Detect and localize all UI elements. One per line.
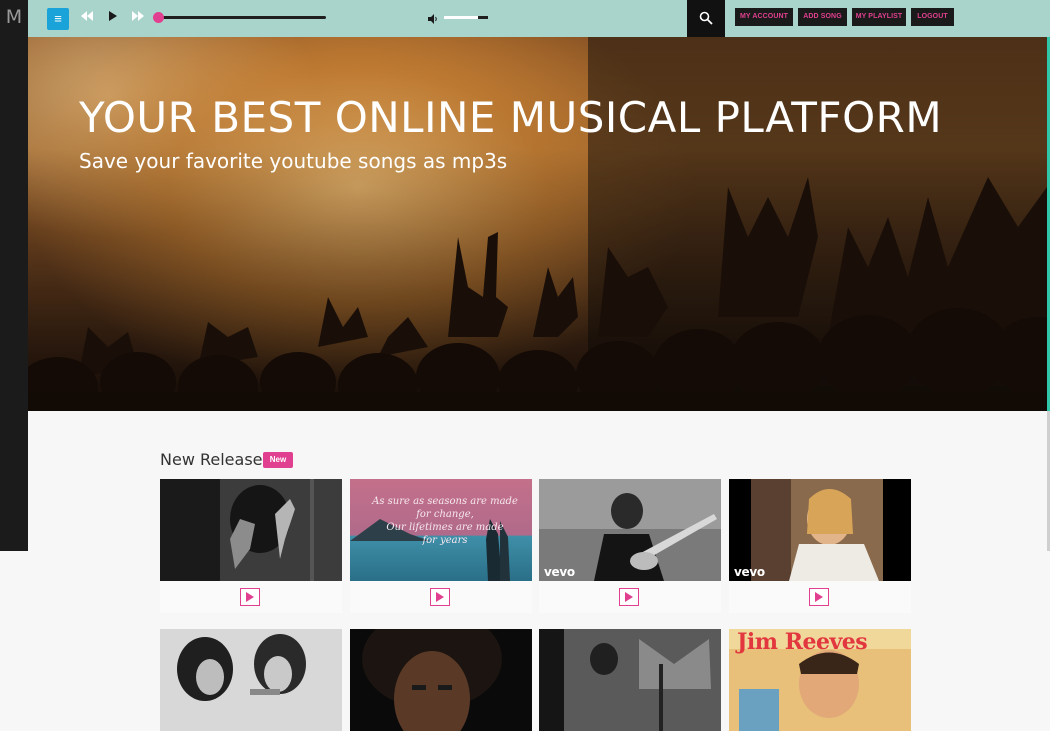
volume-icon[interactable] (427, 12, 439, 24)
logout-button[interactable]: LOGOUT (911, 8, 954, 26)
play-song-button[interactable] (809, 588, 829, 606)
hero-banner: YOUR BEST ONLINE MUSICAL PLATFORM Save y… (28, 37, 1047, 411)
add-song-button[interactable]: ADD SONG (798, 8, 847, 26)
song-thumbnail[interactable]: Jim Reeves (729, 629, 911, 731)
hero-title: YOUR BEST ONLINE MUSICAL PLATFORM (79, 93, 943, 142)
rewind-icon (81, 11, 93, 21)
play-icon (625, 592, 633, 602)
rewind-button[interactable] (80, 10, 98, 26)
play-song-button[interactable] (240, 588, 260, 606)
card-footer (539, 581, 721, 613)
song-thumbnail[interactable] (160, 629, 342, 731)
song-thumbnail[interactable] (160, 479, 342, 581)
album-cover-text: Jim Reeves (737, 629, 868, 655)
sidebar: M (0, 0, 28, 551)
lyric-overlay: As sure as seasons are made for change, … (372, 496, 518, 546)
vevo-watermark: vevo (544, 565, 575, 579)
play-icon (246, 592, 254, 602)
song-thumbnail[interactable]: vevo (539, 479, 721, 581)
play-icon (815, 592, 823, 602)
progress-handle[interactable] (153, 12, 164, 23)
volume-slider-remaining (478, 16, 488, 19)
play-button[interactable] (108, 10, 126, 26)
forward-icon (132, 11, 144, 21)
search-button[interactable] (687, 0, 725, 37)
forward-button[interactable] (131, 10, 149, 26)
song-thumbnail[interactable]: As sure as seasons are made for change, … (350, 479, 532, 581)
search-icon (699, 11, 713, 25)
song-thumbnail[interactable] (539, 629, 721, 731)
play-icon (109, 11, 117, 21)
menu-button[interactable]: ≡ (47, 8, 69, 30)
card-footer (350, 581, 532, 613)
hero-subtitle: Save your favorite youtube songs as mp3s (79, 149, 508, 173)
vevo-watermark: vevo (734, 565, 765, 579)
card-footer (160, 581, 342, 613)
song-thumbnail[interactable]: vevo (729, 479, 911, 581)
song-thumbnail[interactable] (350, 629, 532, 731)
play-song-button[interactable] (619, 588, 639, 606)
my-account-button[interactable]: MY ACCOUNT (735, 8, 793, 26)
app-logo[interactable]: M (0, 6, 28, 28)
section-title: New Releases (160, 450, 271, 469)
card-footer (729, 581, 911, 613)
progress-bar[interactable] (158, 16, 326, 19)
my-playlist-button[interactable]: MY PLAYLIST (852, 8, 906, 26)
new-badge: New (263, 452, 293, 468)
player-bar: ≡ MY ACCOUNT ADD SONG MY PLAYLIST LOGOUT (28, 0, 1050, 37)
play-icon (436, 592, 444, 602)
play-song-button[interactable] (430, 588, 450, 606)
hamburger-icon: ≡ (54, 11, 62, 26)
